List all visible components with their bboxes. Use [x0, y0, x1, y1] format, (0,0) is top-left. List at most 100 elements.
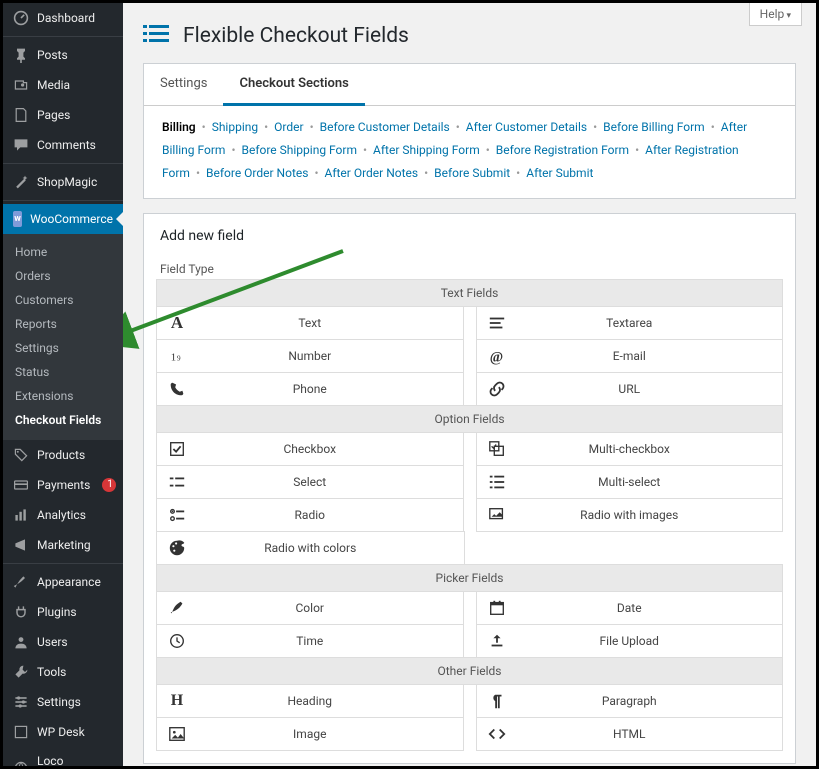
mselect-icon [477, 473, 517, 491]
section-link-shipping[interactable]: Shipping [212, 120, 258, 134]
section-link-before-shipping-form[interactable]: Before Shipping Form [242, 143, 357, 157]
submenu-item-status[interactable]: Status [3, 360, 123, 384]
users-icon [13, 634, 29, 650]
sidebar-item-woocommerce[interactable]: w WooCommerce [3, 204, 123, 234]
section-link-billing[interactable]: Billing [162, 120, 196, 134]
field-tile-label: File Upload [517, 634, 783, 648]
field-tile-multi-select[interactable]: Multi-select [476, 465, 784, 499]
sidebar-item-shopmagic[interactable]: ShopMagic [3, 167, 123, 197]
field-tile-select[interactable]: Select [156, 465, 464, 499]
submenu-item-customers[interactable]: Customers [3, 288, 123, 312]
section-link-before-order-notes[interactable]: Before Order Notes [206, 166, 308, 180]
field-tile-file-upload[interactable]: File Upload [476, 624, 784, 658]
field-tile-phone[interactable]: Phone [156, 372, 464, 406]
field-tile-paragraph[interactable]: Paragraph [476, 684, 784, 718]
sidebar-item-tools[interactable]: Tools [3, 657, 123, 687]
field-tile-time[interactable]: Time [156, 624, 464, 658]
submenu-item-settings[interactable]: Settings [3, 336, 123, 360]
field-tile-label: Select [197, 475, 463, 489]
phone-icon [157, 380, 197, 398]
radio-icon [157, 506, 197, 524]
field-tile-label: HTML [517, 727, 783, 741]
sidebar-item-media[interactable]: Media [3, 70, 123, 100]
submenu-item-home[interactable]: Home [3, 240, 123, 264]
field-tile-color[interactable]: Color [156, 591, 464, 625]
field-tile-e-mail[interactable]: E-mail [476, 339, 784, 373]
sidebar-item-marketing[interactable]: Marketing [3, 530, 123, 560]
sidebar-item-loco-translate[interactable]: Loco Translate [3, 747, 123, 766]
tab-settings[interactable]: Settings [144, 64, 223, 105]
field-tile-multi-checkbox[interactable]: Multi-checkbox [476, 432, 784, 466]
field-tile-label: Text [197, 316, 463, 330]
woocommerce-submenu: HomeOrdersCustomersReportsSettingsStatus… [3, 234, 123, 440]
sidebar-item-posts[interactable]: Posts [3, 40, 123, 70]
link-icon [477, 380, 517, 398]
sidebar-label: Settings [37, 695, 81, 709]
field-tile-label: URL [517, 382, 783, 396]
section-link-after-customer-details[interactable]: After Customer Details [466, 120, 587, 134]
sidebar-label: Analytics [37, 508, 86, 522]
field-tile-label: Radio [197, 508, 463, 522]
field-tile-label: Checkbox [197, 442, 463, 456]
sidebar-item-products[interactable]: Products [3, 440, 123, 470]
sidebar-item-dashboard[interactable]: Dashboard [3, 3, 123, 33]
sidebar-item-appearance[interactable]: Appearance [3, 567, 123, 597]
sidebar-label: Plugins [37, 605, 77, 619]
submenu-item-extensions[interactable]: Extensions [3, 384, 123, 408]
section-link-before-customer-details[interactable]: Before Customer Details [320, 120, 450, 134]
field-tile-url[interactable]: URL [476, 372, 784, 406]
sidebar-item-comments[interactable]: Comments [3, 130, 123, 160]
field-tile-heading[interactable]: H Heading [156, 684, 464, 718]
sidebar-item-plugins[interactable]: Plugins [3, 597, 123, 627]
submenu-item-reports[interactable]: Reports [3, 312, 123, 336]
H-icon: H [157, 692, 197, 710]
field-tile-image[interactable]: Image [156, 717, 464, 751]
field-tile-checkbox[interactable]: Checkbox [156, 432, 464, 466]
submenu-item-orders[interactable]: Orders [3, 264, 123, 288]
field-tile-label: Paragraph [517, 694, 783, 708]
magic-icon [13, 174, 29, 190]
section-link-after-submit[interactable]: After Submit [526, 166, 593, 180]
field-tile-label: Number [197, 349, 463, 363]
sidebar-item-pages[interactable]: Pages [3, 100, 123, 130]
field-tile-number[interactable]: Number [156, 339, 464, 373]
field-tile-text[interactable]: A Text [156, 306, 464, 340]
section-link-after-shipping-form[interactable]: After Shipping Form [373, 143, 480, 157]
section-link-before-billing-form[interactable]: Before Billing Form [603, 120, 705, 134]
field-tile-date[interactable]: Date [476, 591, 784, 625]
field-tile-html[interactable]: HTML [476, 717, 784, 751]
tab-checkout-sections[interactable]: Checkout Sections [223, 64, 364, 106]
woocommerce-icon: w [13, 211, 22, 227]
section-link-after-order-notes[interactable]: After Order Notes [325, 166, 419, 180]
section-link-before-submit[interactable]: Before Submit [434, 166, 510, 180]
help-tab[interactable]: Help [749, 3, 802, 26]
para-icon [477, 692, 517, 710]
sidebar-item-analytics[interactable]: Analytics [3, 500, 123, 530]
field-tile-label: Multi-select [517, 475, 783, 489]
mcheck-icon [477, 440, 517, 458]
main-content: Help Flexible Checkout Fields SettingsCh… [123, 3, 816, 766]
field-tile-radio-with-colors[interactable]: Radio with colors [156, 531, 465, 565]
field-tile-label: Time [197, 634, 463, 648]
sidebar-item-wp-desk[interactable]: WP Desk [3, 717, 123, 747]
plugin-icon [13, 604, 29, 620]
section-link-order[interactable]: Order [274, 120, 303, 134]
pin-icon [13, 47, 29, 63]
group-header: Other Fields [156, 657, 783, 685]
sidebar-label: Comments [37, 138, 96, 152]
field-tile-radio[interactable]: Radio [156, 498, 464, 532]
num-icon [157, 347, 197, 365]
sidebar-item-payments[interactable]: Payments 1 [3, 470, 123, 500]
sidebar-item-users[interactable]: Users [3, 627, 123, 657]
submenu-item-checkout-fields[interactable]: Checkout Fields [3, 408, 123, 432]
product-icon [13, 447, 29, 463]
field-tile-textarea[interactable]: Textarea [476, 306, 784, 340]
section-link-before-registration-form[interactable]: Before Registration Form [496, 143, 629, 157]
A-icon: A [157, 313, 197, 333]
field-tile-radio-with-images[interactable]: Radio with images [476, 498, 784, 532]
field-type-label: Field Type [144, 258, 795, 280]
color-icon [157, 599, 197, 617]
sidebar-label: Media [37, 78, 70, 92]
field-tile-label: Color [197, 601, 463, 615]
sidebar-item-settings[interactable]: Settings [3, 687, 123, 717]
